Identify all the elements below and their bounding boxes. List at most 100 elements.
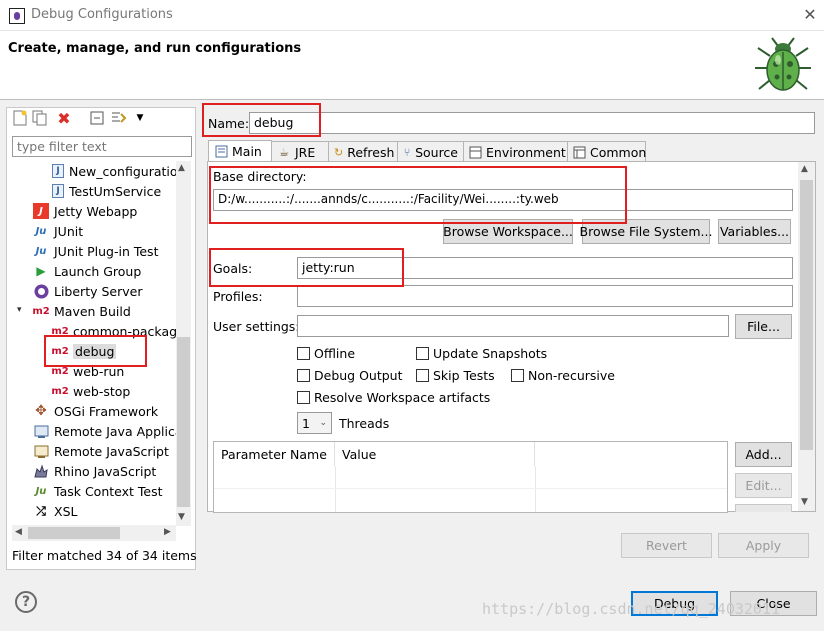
scroll-down-icon[interactable]: ▼ [178,512,185,522]
checkbox-box[interactable] [511,369,524,382]
scroll-right-icon[interactable]: ▶ [164,527,171,537]
tab-jre[interactable]: ☕ JRE [271,141,329,162]
new-configuration-icon[interactable] [11,109,29,127]
collapse-all-icon[interactable] [88,109,106,127]
xsl-icon: ⤮ [36,503,46,518]
browse-workspace-button[interactable]: Browse Workspace... [443,219,573,244]
duplicate-icon[interactable] [31,109,49,127]
base-directory-field[interactable]: D:/w...........:/.......annds/c.........… [213,189,793,211]
goals-field[interactable]: jetty:run [297,257,793,279]
parameter-table[interactable]: Parameter Name Value [213,441,728,513]
scroll-up-icon[interactable]: ▲ [178,163,185,173]
checkbox-box[interactable] [297,391,310,404]
non-recursive-checkbox[interactable]: Non-recursive [511,368,615,383]
m2-icon: m2 [51,365,69,377]
tree-item-label: JUnit Plug-in Test [54,243,159,259]
tree-item-debug-selected[interactable]: m2 debug [51,341,117,361]
tab-environment[interactable]: Environment [463,141,568,162]
tab-source[interactable]: ⑂ Source [397,141,464,162]
rhino-icon [33,463,49,479]
liberty-icon [33,283,49,299]
remove-parameter-button[interactable] [735,504,792,512]
tree-item-junit[interactable]: Ju JUnit [33,221,84,241]
skip-tests-checkbox[interactable]: Skip Tests [416,368,495,383]
debug-output-checkbox[interactable]: Debug Output [297,368,403,383]
collapse-arrow-icon[interactable]: ▾ [17,305,29,315]
edit-parameter-button[interactable]: Edit... [735,473,792,498]
tree-item-label: TestUmService [69,183,162,199]
add-parameter-button[interactable]: Add... [735,442,792,467]
tree-item-jetty-webapp[interactable]: J Jetty Webapp [33,201,137,221]
apply-button[interactable]: Apply [718,533,809,558]
profiles-field[interactable] [297,285,793,307]
tree-item-remote-javascript[interactable]: Remote JavaScript [33,441,169,461]
tree-item-maven-build[interactable]: m2 Maven Build [32,301,131,321]
help-icon[interactable]: ? [15,591,37,613]
tab-label: Common [590,144,647,160]
browse-file-system-button[interactable]: Browse File System... [580,219,712,244]
checkbox-box[interactable] [297,369,310,382]
tree-item-osgi-framework[interactable]: ✥ OSGi Framework [33,401,158,421]
tree-item-label: OSGi Framework [54,403,159,419]
close-window-icon[interactable]: ✕ [796,2,824,28]
tree-item-label: debug [73,343,117,359]
dialog-header: Create, manage, and run configurations [0,31,824,100]
tab-main[interactable]: Main [208,140,272,162]
tree-vertical-scroll-thumb[interactable] [177,337,190,507]
tree-item-junit-plugin-test[interactable]: Ju JUnit Plug-in Test [33,241,159,261]
threads-value: 1 [302,415,310,431]
tree-item-web-run[interactable]: m2 web-run [51,361,125,381]
scroll-left-icon[interactable]: ◀ [15,527,22,537]
tree-item-remote-java-application[interactable]: Remote Java Applica [33,421,176,441]
name-field[interactable]: debug [249,112,815,134]
revert-button[interactable]: Revert [621,533,712,558]
parameter-value-header[interactable]: Value [335,442,535,466]
tree-item-rhino-javascript[interactable]: Rhino JavaScript [33,461,156,481]
tree-item-testumservice[interactable]: J TestUmService [52,181,161,201]
scroll-up-icon[interactable]: ▲ [801,164,808,174]
list-toolbar: ✖ ▼ [11,109,191,129]
task-junit-icon: Ju [35,485,47,497]
view-menu-dropdown-icon[interactable]: ▼ [131,109,149,127]
tab-label: JRE [295,144,316,160]
tree-item-label: web-run [73,363,125,379]
offline-checkbox[interactable]: Offline [297,346,355,361]
remote-java-icon [33,423,49,439]
config-vertical-scroll-thumb[interactable] [800,180,813,450]
refresh-icon: ↻ [334,145,344,159]
tree-item-task-context-test[interactable]: Ju Task Context Test [33,481,163,501]
scroll-down-icon[interactable]: ▼ [801,497,808,507]
tree-item-launch-group[interactable]: ▶ Launch Group [33,261,141,281]
tree-item-web-stop[interactable]: m2 web-stop [51,381,130,401]
common-icon [573,145,586,159]
goals-label: Goals: [213,261,253,276]
watermark: https://blog.csdn.net/qq_24032011 [482,600,781,618]
checkbox-box[interactable] [297,347,310,360]
tree-item-label: Launch Group [54,263,142,279]
tree-item-common-package[interactable]: m2 common-package [51,321,176,341]
parameter-name-header[interactable]: Parameter Name [214,442,335,466]
variables-button[interactable]: Variables... [718,219,791,244]
tab-refresh[interactable]: ↻ Refresh [328,141,398,162]
resolve-workspace-checkbox[interactable]: Resolve Workspace artifacts [297,390,490,405]
tab-label: Environment [486,144,566,160]
checkbox-box[interactable] [416,347,429,360]
delete-icon[interactable]: ✖ [55,109,73,128]
tree-item-label: Rhino JavaScript [54,463,157,479]
user-settings-field[interactable] [297,315,729,337]
checkbox-box[interactable] [416,369,429,382]
threads-select[interactable]: 1 ⌄ [297,412,332,434]
filter-icon[interactable] [110,109,128,127]
file-button[interactable]: File... [735,314,792,339]
tab-common[interactable]: Common [567,141,646,162]
tree-item-label: Task Context Test [54,483,163,499]
source-icon: ⑂ [403,145,411,159]
tree-item-new-configuration[interactable]: J New_configuratio [52,161,176,181]
tree-item-label: common-package [73,323,176,339]
tree-item-liberty-server[interactable]: Liberty Server [33,281,142,301]
tree-item-xsl[interactable]: ⤮ XSL [33,501,77,521]
update-snapshots-checkbox[interactable]: Update Snapshots [416,346,547,361]
tree-item-label: Jetty Webapp [54,203,138,219]
tree-horizontal-scroll-thumb[interactable] [28,527,120,539]
filter-input[interactable] [12,136,192,157]
